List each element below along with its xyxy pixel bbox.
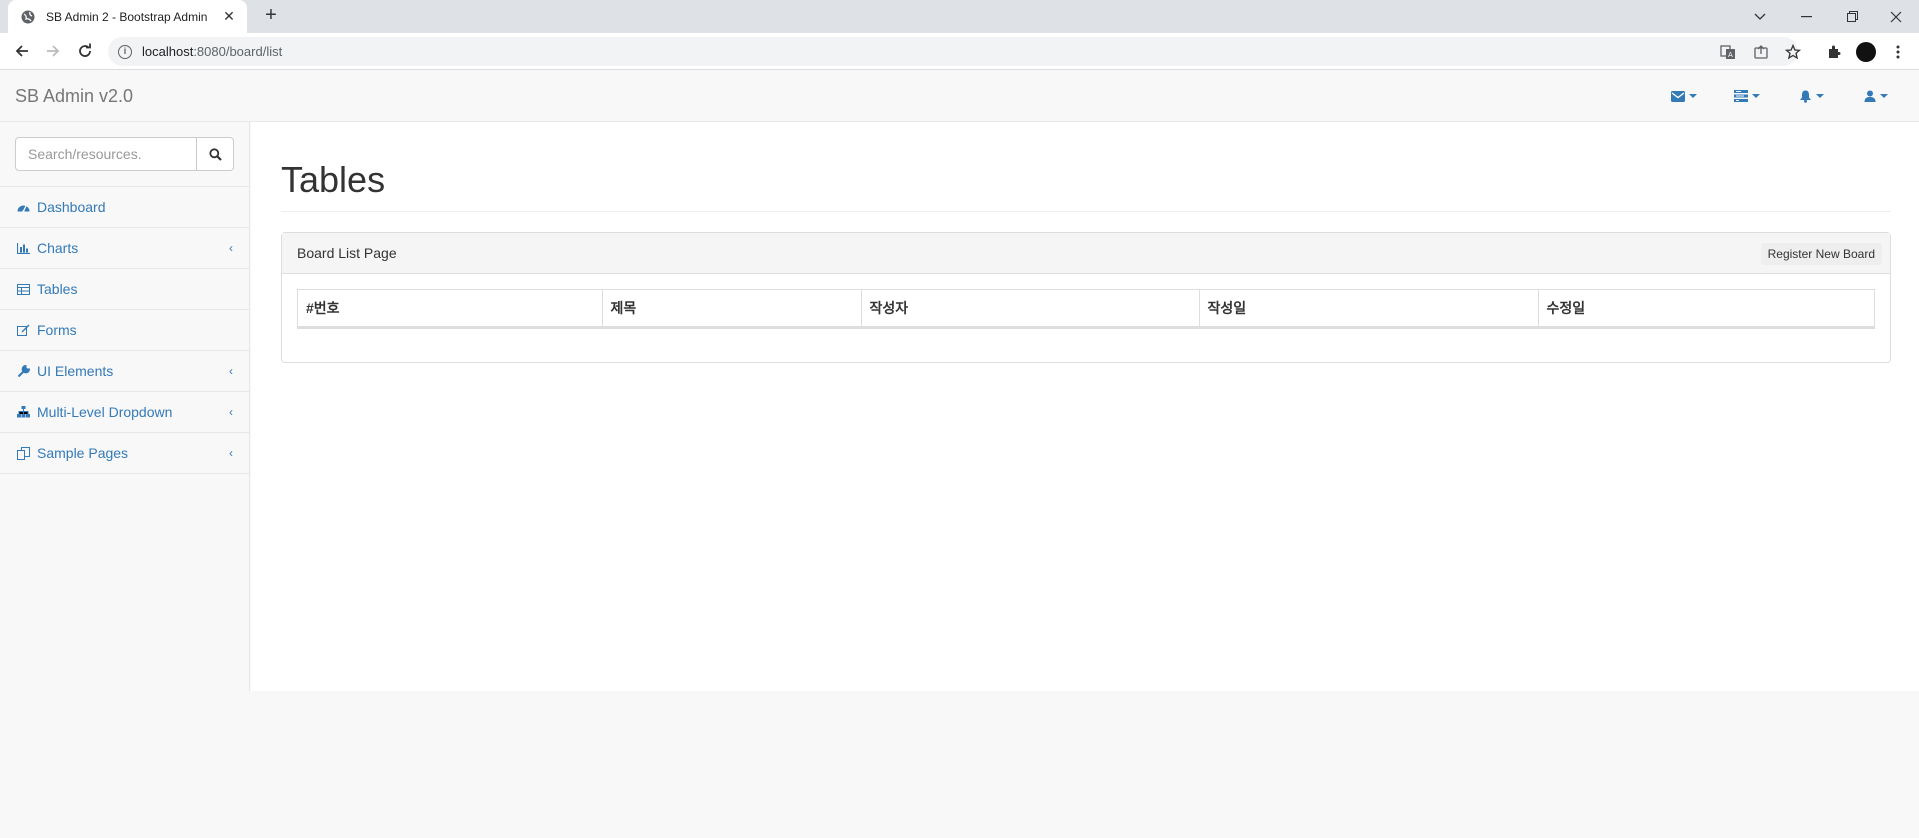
sidebar-item-forms[interactable]: Forms [0,310,249,351]
close-window-icon[interactable] [1873,0,1919,33]
sidebar-item-label: Charts [37,240,79,256]
sidebar-item-label: Dashboard [37,199,106,215]
tab-title: SB Admin 2 - Bootstrap Admin [46,9,208,24]
caret-down-icon [1816,94,1824,98]
translate-icon[interactable]: A [1718,42,1738,62]
browser-menu-icon[interactable] [1888,42,1908,62]
chevron-left-icon: ‹ [229,446,233,460]
sidebar-item-label: UI Elements [37,363,114,379]
globe-icon [21,10,35,23]
sitemap-icon [17,406,30,419]
back-icon[interactable] [9,38,35,64]
browser-tab-strip: SB Admin 2 - Bootstrap Admin ✕ + [0,0,1919,33]
tasks-dropdown[interactable] [1734,86,1760,106]
caret-down-icon [1689,94,1697,98]
panel-heading: Board List Page Register New Board [282,233,1890,274]
panel-title: Board List Page [297,245,397,261]
alerts-dropdown[interactable] [1799,86,1824,106]
chevron-left-icon: ‹ [229,364,233,378]
svg-text:A: A [1728,51,1733,59]
site-info-icon[interactable]: i [118,44,132,59]
caret-down-icon [1752,94,1760,98]
caret-down-icon [1880,94,1888,98]
column-header-writer[interactable]: 작성자 [860,290,1199,328]
page-wrapper: Tables Board List Page Register New Boar… [251,122,1919,691]
profile-avatar[interactable] [1856,42,1876,62]
column-header-number[interactable]: #번호 [298,290,602,328]
sidebar-item-label: Forms [37,322,77,338]
chevron-left-icon: ‹ [229,241,233,255]
url-host: localhost [142,44,194,59]
sidebar-item-charts[interactable]: Charts ‹ [0,228,249,269]
table-icon [17,283,30,296]
top-navbar: SB Admin v2.0 [0,70,1919,122]
tasks-icon [1734,90,1748,102]
table-header-row: #번호 제목 작성자 작성일 수정일 [298,290,1874,328]
board-list-panel: Board List Page Register New Board #번호 제… [281,232,1891,363]
sidebar-item-ui-elements[interactable]: UI Elements ‹ [0,351,249,392]
address-bar[interactable]: i localhost :8080/board/list [108,37,1798,66]
envelope-icon [1671,90,1685,102]
bookmark-star-icon[interactable] [1783,42,1803,62]
column-header-regdate[interactable]: 작성일 [1198,290,1538,328]
extensions-icon[interactable] [1824,42,1844,62]
reload-icon[interactable] [72,38,98,64]
column-header-updatedate[interactable]: 수정일 [1537,290,1874,328]
dashboard-icon [17,201,30,214]
sidebar-item-dashboard[interactable]: Dashboard [0,187,249,228]
sidebar-item-label: Tables [37,281,78,297]
sidebar-search [0,122,249,187]
chevron-left-icon: ‹ [229,405,233,419]
share-icon[interactable] [1751,42,1771,62]
navbar-brand[interactable]: SB Admin v2.0 [15,86,133,107]
browser-toolbar: i localhost :8080/board/list A [0,33,1919,70]
search-button[interactable] [197,137,234,171]
bell-icon [1800,90,1811,103]
restore-icon[interactable] [1829,0,1875,33]
register-new-board-button[interactable]: Register New Board [1760,243,1882,265]
tab-close-icon[interactable]: ✕ [221,8,237,25]
browser-tab[interactable]: SB Admin 2 - Bootstrap Admin ✕ [8,0,247,33]
minimize-icon[interactable] [1783,0,1829,33]
bar-chart-icon [17,242,30,255]
column-header-title[interactable]: 제목 [601,290,861,328]
messages-dropdown[interactable] [1671,86,1697,106]
sidebar-item-tables[interactable]: Tables [0,269,249,310]
forward-icon[interactable] [40,38,66,64]
sidebar-item-label: Multi-Level Dropdown [37,404,173,420]
user-icon [1864,90,1876,102]
sidebar: Dashboard Charts ‹ Tables Forms UI Eleme… [0,122,250,691]
wrench-icon [17,364,30,378]
search-input[interactable] [15,137,197,171]
new-tab-button[interactable]: + [260,5,282,27]
edit-icon [17,324,30,337]
sidebar-item-label: Sample Pages [37,445,129,461]
page-title: Tables [281,159,386,200]
sidebar-item-multi-level-dropdown[interactable]: Multi-Level Dropdown ‹ [0,392,249,433]
url-path: :8080/board/list [193,44,283,59]
user-dropdown[interactable] [1864,86,1888,106]
page-header: Tables [281,160,1891,212]
tab-search-icon[interactable] [1737,0,1783,33]
sidebar-item-sample-pages[interactable]: Sample Pages ‹ [0,433,249,474]
search-icon [208,147,222,161]
board-table: #번호 제목 작성자 작성일 수정일 [297,289,1875,329]
files-icon [17,446,30,460]
